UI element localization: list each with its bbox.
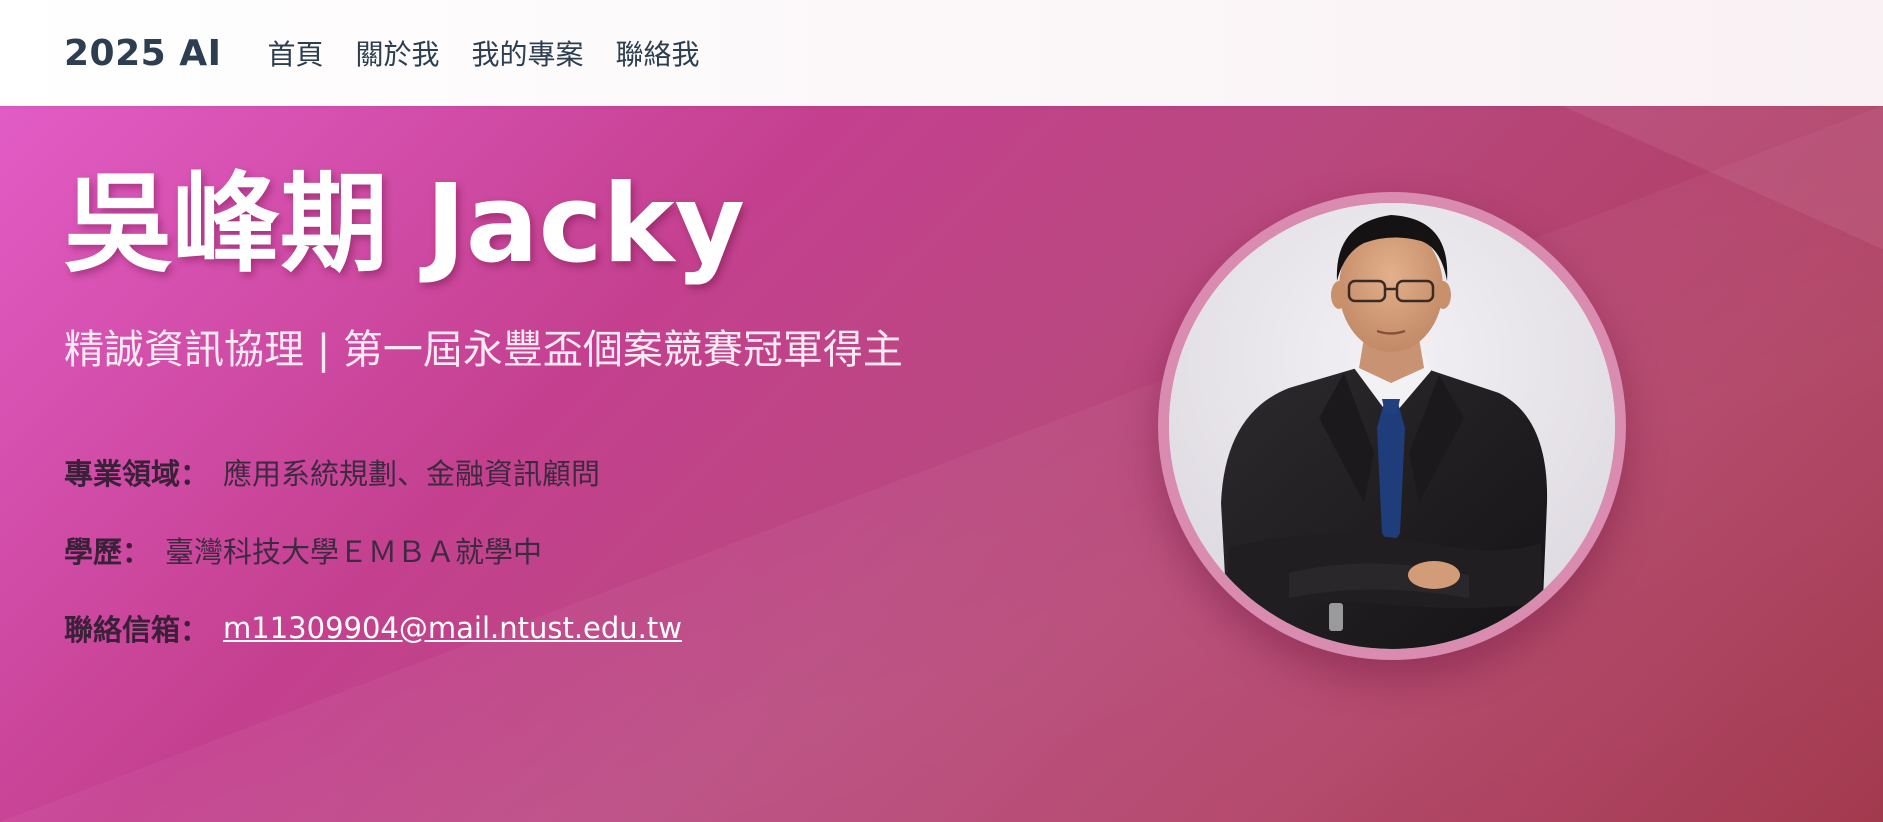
nav-link-contact[interactable]: 聯絡我 [616, 33, 700, 73]
info-value-education: 臺灣科技大學ＥＭＢＡ就學中 [165, 534, 543, 569]
top-navbar: 2025 AI 首頁 關於我 我的專案 聯絡我 [0, 0, 1883, 106]
nav-link-projects[interactable]: 我的專案 [472, 33, 584, 73]
nav-links: 首頁 關於我 我的專案 聯絡我 [267, 33, 699, 73]
email-link[interactable]: m11309904@mail.ntust.edu.tw [223, 611, 682, 645]
info-list: 專業領域： 應用系統規劃、金融資訊顧問 學歷： 臺灣科技大學ＥＭＢＡ就學中 聯絡… [64, 433, 1114, 667]
hero-name: 吳峰期 Jacky [64, 162, 745, 287]
nav-link-home[interactable]: 首頁 [267, 33, 323, 73]
brand-logo[interactable]: 2025 AI [64, 33, 221, 74]
info-label-education: 學歷： [64, 534, 152, 569]
info-row-email: 聯絡信箱： m11309904@mail.ntust.edu.tw [64, 589, 1114, 667]
info-row-education: 學歷： 臺灣科技大學ＥＭＢＡ就學中 [64, 511, 1114, 589]
hero-content: 吳峰期 Jacky 精誠資訊協理 | 第一屆永豐盃個案競賽冠軍得主 專業領域： … [64, 162, 1114, 667]
info-value-expertise: 應用系統規劃、金融資訊顧問 [223, 456, 601, 491]
info-label-expertise: 專業領域： [64, 456, 210, 491]
nav-link-about[interactable]: 關於我 [356, 33, 440, 73]
hero-section: 吳峰期 Jacky 精誠資訊協理 | 第一屆永豐盃個案競賽冠軍得主 專業領域： … [0, 106, 1883, 822]
portrait-photo [1169, 203, 1615, 649]
hero-subtitle: 精誠資訊協理 | 第一屆永豐盃個案競賽冠軍得主 [64, 326, 903, 373]
info-row-expertise: 專業領域： 應用系統規劃、金融資訊顧問 [64, 433, 1114, 511]
portrait-frame [1158, 192, 1626, 660]
person-portrait-icon [1169, 203, 1615, 649]
info-label-email: 聯絡信箱： [64, 612, 210, 647]
